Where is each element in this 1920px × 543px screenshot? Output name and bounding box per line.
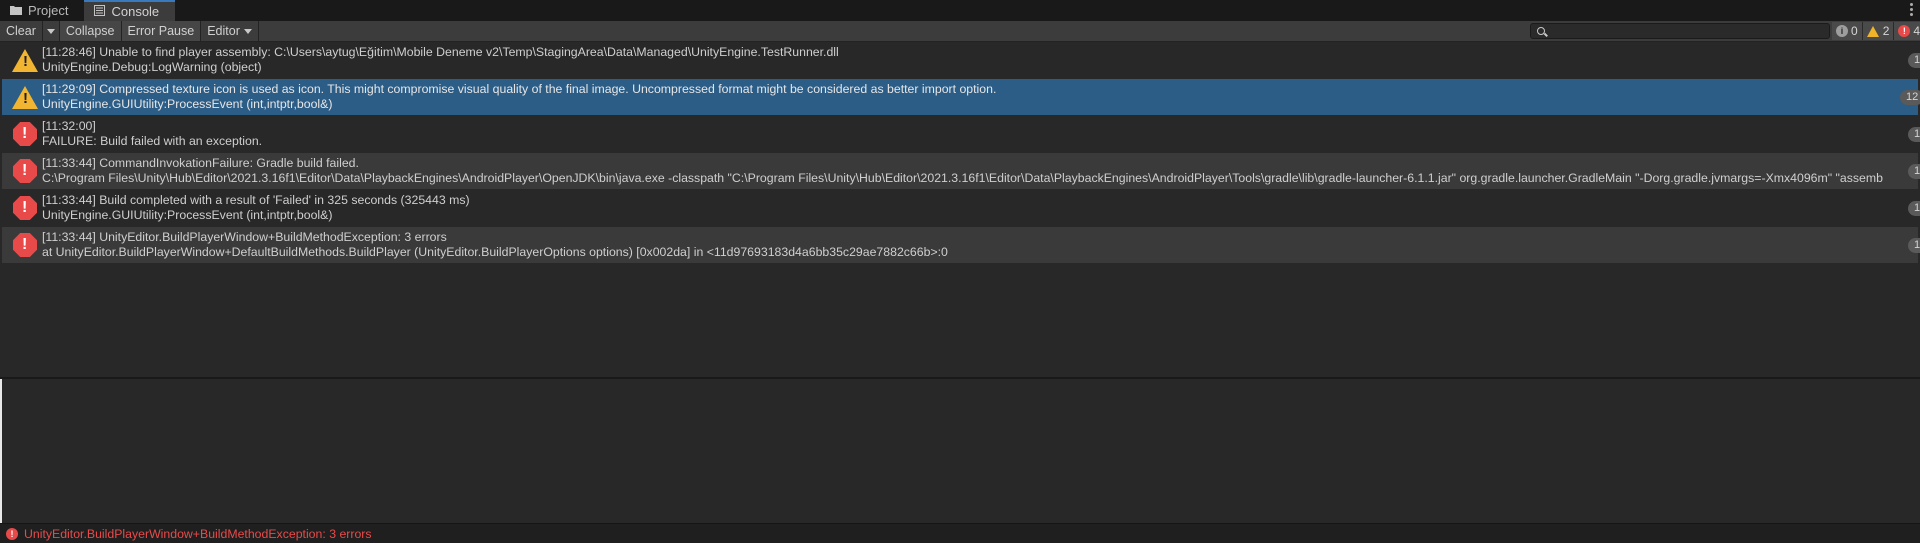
collapse-toggle-label: Collapse — [65, 24, 115, 38]
error-icon: ! — [1898, 25, 1911, 37]
log-entry-message: [11:33:44] CommandInvokationFailure: Gra… — [42, 156, 359, 170]
clear-options-dropdown[interactable] — [43, 21, 60, 41]
log-entry[interactable]: ! [11:33:44] Build completed with a resu… — [2, 190, 1920, 226]
log-entry-stacktrace: at UnityEditor.BuildPlayerWindow+Default… — [42, 245, 948, 259]
log-entry-message: [11:29:09] Compressed texture icon is us… — [42, 82, 997, 96]
info-icon: i — [1836, 25, 1848, 37]
info-count: 0 — [1851, 24, 1858, 38]
chevron-down-icon — [46, 28, 55, 34]
tab-menu-icon[interactable] — [1910, 3, 1914, 18]
error-icon: ! — [12, 122, 38, 146]
chevron-down-icon — [243, 28, 252, 34]
clear-button-label: Clear — [6, 24, 36, 38]
folder-icon — [10, 3, 22, 18]
editor-target-label: Editor — [207, 24, 240, 38]
log-entry-message: [11:32:00] — [42, 119, 96, 133]
clear-button[interactable]: Clear — [0, 21, 43, 41]
status-message: UnityEditor.BuildPlayerWindow+BuildMetho… — [24, 526, 372, 541]
log-entry-message: [11:33:44] UnityEditor.BuildPlayerWindow… — [42, 230, 447, 244]
log-entry-message: [11:33:44] Build completed with a result… — [42, 193, 470, 207]
log-entry-count: 1 — [1908, 164, 1920, 179]
log-entry-stacktrace: FAILURE: Build failed with an exception. — [42, 134, 263, 148]
log-entry-stacktrace: UnityEngine.GUIUtility:ProcessEvent (int… — [42, 208, 333, 222]
log-entry[interactable]: ! [11:28:46] Unable to find player assem… — [2, 42, 1920, 78]
warning-icon: ! — [12, 48, 38, 72]
error-icon: ! — [12, 159, 38, 183]
error-icon: ! — [12, 196, 38, 220]
error-icon: ! — [12, 233, 38, 257]
log-counters: i 0 2 ! 4 — [1832, 22, 1920, 40]
log-entry-stacktrace: UnityEngine.GUIUtility:ProcessEvent (int… — [42, 97, 333, 111]
search-icon — [1537, 27, 1545, 35]
warning-count: 2 — [1882, 24, 1890, 38]
log-entry-stacktrace: C:\Program Files\Unity\Hub\Editor\2021.3… — [42, 171, 1883, 185]
log-entry[interactable]: ! [11:32:00] FAILURE: Build failed with … — [2, 116, 1920, 152]
status-bar[interactable]: ! UnityEditor.BuildPlayerWindow+BuildMet… — [0, 523, 1920, 543]
log-entry-count: 1 — [1908, 201, 1920, 216]
stacktrace-detail-pane[interactable] — [0, 379, 1920, 523]
log-entry-stacktrace: UnityEngine.Debug:LogWarning (object) — [42, 60, 262, 74]
log-entry-count: 1 — [1908, 127, 1920, 142]
error-pause-toggle[interactable]: Error Pause — [121, 21, 202, 41]
error-counter-toggle[interactable]: ! 4 — [1894, 22, 1920, 40]
log-entry[interactable]: ! [11:33:44] CommandInvokationFailure: G… — [2, 153, 1920, 189]
tab-console[interactable]: Console — [84, 0, 176, 21]
error-pause-toggle-label: Error Pause — [127, 24, 195, 38]
log-entry-selected[interactable]: ! [11:29:09] Compressed texture icon is … — [2, 79, 1920, 115]
console-icon — [94, 4, 106, 19]
editor-tab-bar: Project Console — [0, 0, 1920, 22]
warning-counter-toggle[interactable]: 2 — [1862, 22, 1895, 40]
tab-project[interactable]: Project — [0, 0, 84, 21]
search-input[interactable] — [1530, 23, 1830, 39]
log-entry[interactable]: ! [11:33:44] UnityEditor.BuildPlayerWind… — [2, 227, 1920, 263]
error-count: 4 — [1913, 24, 1920, 38]
error-icon: ! — [6, 527, 18, 540]
collapse-toggle[interactable]: Collapse — [59, 21, 122, 41]
warning-icon: ! — [12, 85, 38, 109]
editor-target-dropdown[interactable]: Editor — [201, 21, 259, 41]
log-entry-count: 12 — [1900, 90, 1920, 105]
info-counter-toggle[interactable]: i 0 — [1832, 22, 1863, 40]
warning-icon — [1866, 25, 1879, 37]
tab-project-label: Project — [28, 3, 69, 18]
log-entry-count: 1 — [1908, 53, 1920, 68]
log-entry-message: [11:28:46] Unable to find player assembl… — [42, 45, 839, 59]
log-entry-count: 1 — [1908, 238, 1920, 253]
console-log-list[interactable]: ! [11:28:46] Unable to find player assem… — [2, 42, 1920, 377]
tab-console-label: Console — [111, 4, 160, 19]
